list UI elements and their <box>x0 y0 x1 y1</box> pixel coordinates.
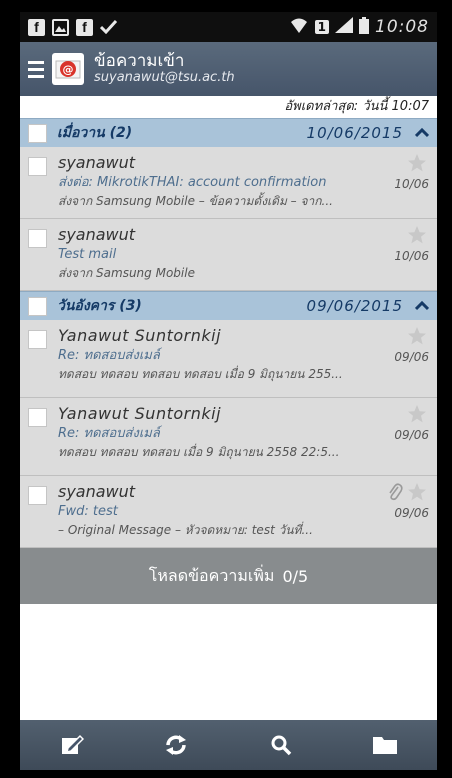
group-date: 09/06/2015 <box>306 297 403 315</box>
facebook-icon: f <box>76 18 93 36</box>
mail-checkbox[interactable] <box>28 408 47 427</box>
star-icon[interactable] <box>407 153 427 173</box>
status-bar: f f 1 10:08 <box>20 12 437 42</box>
mail-sender: syanawut <box>58 153 136 172</box>
mail-checkbox[interactable] <box>28 486 47 505</box>
star-icon[interactable] <box>407 225 427 245</box>
mail-subject: Re: ทดสอบส่งเมล์ <box>58 348 160 363</box>
mail-date: 09/06 <box>394 506 429 520</box>
wifi-icon <box>289 17 309 38</box>
phone-frame: f f 1 10:08 @ ข้อความเข้า suyanawut@tsu.… <box>0 0 452 778</box>
mail-item[interactable]: Yanawut Suntornkij Re: ทดสอบส่งเมล์ ทดสอ… <box>20 398 437 476</box>
screen: f f 1 10:08 @ ข้อความเข้า suyanawut@tsu.… <box>20 12 437 770</box>
group-header-yesterday[interactable]: เมื่อวาน (2) 10/06/2015 <box>20 118 437 147</box>
mail-date: 09/06 <box>394 428 429 442</box>
mail-item[interactable]: syanawut Fwd: test – Original Message – … <box>20 476 437 548</box>
star-icon[interactable] <box>407 404 427 424</box>
mail-item[interactable]: syanawut Test mail ส่งจาก Samsung Mobile… <box>20 219 437 291</box>
svg-text:@: @ <box>63 63 74 76</box>
folder-icon[interactable] <box>371 731 399 759</box>
group-title: วันอังคาร (3) <box>57 298 142 314</box>
clock: 10:08 <box>375 17 429 37</box>
mail-item[interactable]: Yanawut Suntornkij Re: ทดสอบส่งเมล์ ทดสอ… <box>20 320 437 398</box>
mail-sender: syanawut <box>58 225 136 244</box>
mail-sender: syanawut <box>58 482 136 501</box>
sim-badge: 1 <box>314 20 329 34</box>
group-checkbox[interactable] <box>28 296 47 316</box>
bottom-toolbar <box>20 720 437 770</box>
mail-sender: Yanawut Suntornkij <box>58 326 222 345</box>
mail-preview: ส่งจาก Samsung Mobile <box>58 266 195 280</box>
signal-icon <box>335 17 353 37</box>
mail-subject: Re: ทดสอบส่งเมล์ <box>58 426 160 441</box>
load-more-button[interactable]: โหลดข้อความเพิ่ม 0/5 <box>20 548 437 604</box>
star-icon[interactable] <box>407 482 427 502</box>
mail-date: 10/06 <box>394 177 429 191</box>
mail-subject: ส่งต่อ: MikrotikTHAI: account confirmati… <box>58 175 327 190</box>
battery-icon <box>359 16 369 38</box>
chevron-up-icon[interactable] <box>415 126 429 140</box>
compose-icon[interactable] <box>58 731 86 759</box>
mail-checkbox[interactable] <box>28 330 47 349</box>
chevron-up-icon[interactable] <box>415 299 429 313</box>
group-title: เมื่อวาน (2) <box>57 125 133 141</box>
image-icon <box>52 18 69 36</box>
mail-checkbox[interactable] <box>28 229 47 248</box>
mail-checkbox[interactable] <box>28 157 47 176</box>
mail-preview: ทดสอบ ทดสอบ ทดสอบ ทดสอบ เมื่อ 9 มิถุนายน… <box>58 367 343 381</box>
menu-icon[interactable] <box>28 60 44 78</box>
mail-subject: Fwd: test <box>58 504 118 519</box>
mail-preview: ทดสอบ ทดสอบ ทดสอบ เมื่อ 9 มิถุนายน 2558 … <box>58 445 340 459</box>
group-date: 10/06/2015 <box>306 124 403 142</box>
mail-preview: – Original Message – หัวจดหมาย: test วัน… <box>58 523 313 537</box>
mail-sender: Yanawut Suntornkij <box>58 404 222 423</box>
mail-subject: Test mail <box>58 247 117 262</box>
facebook-icon: f <box>28 18 45 36</box>
app-bar: @ ข้อความเข้า suyanawut@tsu.ac.th <box>20 42 437 96</box>
mail-item[interactable]: syanawut ส่งต่อ: MikrotikTHAI: account c… <box>20 147 437 219</box>
empty-area <box>20 604 437 680</box>
email-app-icon[interactable]: @ <box>52 53 84 85</box>
account-email: suyanawut@tsu.ac.th <box>94 70 235 86</box>
paperclip-icon <box>389 483 403 501</box>
search-icon[interactable] <box>267 731 295 759</box>
mail-date: 09/06 <box>394 350 429 364</box>
refresh-icon[interactable] <box>162 731 190 759</box>
group-header-tuesday[interactable]: วันอังคาร (3) 09/06/2015 <box>20 291 437 320</box>
star-icon[interactable] <box>407 326 427 346</box>
group-checkbox[interactable] <box>28 123 47 143</box>
load-more-count: 0/5 <box>282 566 309 586</box>
load-more-label: โหลดข้อความเพิ่ม <box>148 565 275 585</box>
page-title: ข้อความเข้า <box>94 50 185 71</box>
check-icon <box>100 19 117 36</box>
mail-preview: ส่งจาก Samsung Mobile – ข้อความดั้งเดิม … <box>58 194 333 208</box>
mail-date: 10/06 <box>394 249 429 263</box>
last-update-text: อัพเดทล่าสุด: วันนี้ 10:07 <box>20 96 437 118</box>
